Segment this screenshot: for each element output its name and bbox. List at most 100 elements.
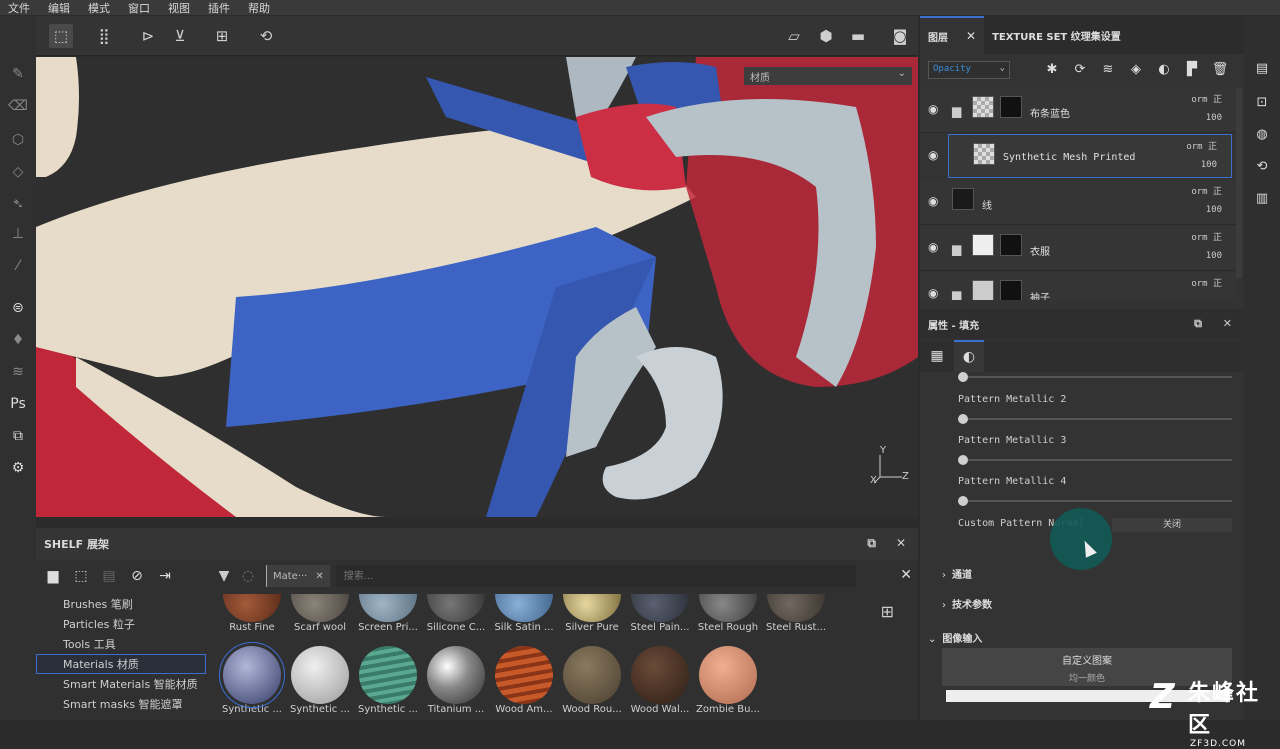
section-tech-params[interactable]: › 技术参数 — [942, 596, 992, 611]
selection-mode-icon[interactable]: ⬚ — [49, 24, 73, 48]
shader-settings-icon[interactable]: ◍ — [1252, 124, 1272, 144]
tab-layers[interactable]: 图层 ✕ — [920, 16, 985, 54]
texture-set-list-icon[interactable]: ▤ — [1252, 58, 1272, 78]
slider-knob[interactable] — [958, 414, 968, 424]
slider-track[interactable] — [958, 414, 1232, 424]
export-icon[interactable]: ⧉ — [6, 424, 30, 448]
polygon-fill-icon[interactable]: ◇ — [6, 160, 30, 184]
section-image-input[interactable]: ⌄ 图像输入 — [928, 630, 982, 645]
custom-pattern-normal-toggle[interactable]: 关闭 — [1112, 518, 1232, 532]
material-sphere-icon[interactable]: ◐ — [954, 340, 984, 372]
material-item[interactable]: Wood Wal... — [626, 646, 694, 715]
layer-blend-mode[interactable]: orm 正 — [1186, 139, 1217, 152]
material-item[interactable]: Silver Pure — [558, 594, 626, 633]
view-3d-icon[interactable]: ⬢ — [814, 24, 838, 48]
material-item[interactable]: Steel Rust... — [762, 594, 830, 633]
material-item[interactable]: Scarf wool — [286, 594, 354, 633]
add-layer-icon[interactable]: ≋ — [1094, 62, 1122, 77]
material-item-selected[interactable]: Synthetic ... — [218, 642, 286, 715]
shelf-category[interactable]: Smart masks 智能遮罩 — [36, 694, 206, 714]
slider-knob[interactable] — [958, 372, 968, 382]
add-generator-icon[interactable]: ⟳ — [1066, 62, 1094, 77]
menu-help[interactable]: 帮助 — [248, 0, 270, 16]
shelf-category[interactable]: Particles 粒子 — [36, 614, 206, 634]
material-item[interactable]: Titanium ... — [422, 646, 490, 715]
material-item[interactable]: Silk Satin ... — [490, 594, 558, 633]
filter-icon[interactable]: ▼ — [212, 568, 236, 584]
add-mask-icon[interactable]: ◐ — [1150, 62, 1178, 77]
menu-window[interactable]: 窗口 — [128, 0, 150, 16]
material-item[interactable]: Wood Am... — [490, 646, 558, 715]
slider-track[interactable] — [958, 496, 1232, 506]
history-icon[interactable]: ⟲ — [1252, 156, 1272, 176]
add-effect-icon[interactable]: ✱ — [1038, 62, 1066, 77]
float-panel-icon[interactable]: ⧉ — [867, 536, 876, 551]
add-icon[interactable]: ⊞ — [210, 24, 234, 48]
material-item[interactable]: Zombie Bu... — [694, 646, 762, 715]
display-settings-icon[interactable]: ⊡ — [1252, 92, 1272, 112]
layer-row[interactable]: ◉ 线 orm 正 100 — [920, 180, 1236, 225]
shelf-category-selected[interactable]: Materials 材质 — [36, 654, 206, 674]
layer-opacity[interactable]: 100 — [1201, 160, 1217, 170]
log-icon[interactable]: ▥ — [1252, 188, 1272, 208]
delete-icon[interactable]: 🗑 — [1206, 62, 1234, 77]
visibility-eye-icon[interactable]: ◉ — [928, 286, 938, 300]
tab-texture-set[interactable]: TEXTURE SET 纹理集设置 — [984, 16, 1129, 54]
paint-brush-icon[interactable]: ✎ — [6, 62, 30, 86]
layers-scrollbar[interactable] — [1236, 88, 1242, 278]
mirror-y-icon[interactable]: ⊻ — [168, 24, 192, 48]
eraser-icon[interactable]: ⌫ — [6, 94, 30, 118]
material-item[interactable]: Rust Fine — [218, 594, 286, 633]
bake-icon[interactable]: ⊜ — [6, 296, 30, 320]
photoshop-icon[interactable]: Ps — [6, 392, 30, 416]
layers-stack-icon[interactable]: ≋ — [6, 360, 30, 384]
material-item[interactable]: Wood Rou... — [558, 646, 626, 715]
material-item[interactable]: Screen Pri... — [354, 594, 422, 633]
folder-icon[interactable]: ▆ — [42, 566, 64, 586]
filter-tag[interactable]: Mate··· ✕ — [266, 565, 330, 587]
material-mode-dropdown[interactable]: 材质 ⌄ — [744, 67, 912, 85]
material-item[interactable]: Steel Pain... — [626, 594, 694, 633]
menu-plugins[interactable]: 插件 — [208, 0, 230, 16]
visibility-eye-icon[interactable]: ◉ — [928, 102, 938, 116]
projection-icon[interactable]: ⬡ — [6, 128, 30, 152]
visibility-eye-icon[interactable]: ◉ — [928, 148, 938, 162]
material-item[interactable]: Synthetic ... — [354, 646, 422, 715]
3d-viewport[interactable]: 材质 ⌄ Y X Z — [36, 57, 918, 517]
close-icon[interactable]: ✕ — [1223, 317, 1232, 330]
add-fill-layer-icon[interactable]: ◈ — [1122, 62, 1150, 77]
slider-knob[interactable] — [958, 455, 968, 465]
close-icon[interactable]: ✕ — [896, 536, 906, 550]
settings-icon[interactable]: ⚙ — [6, 456, 30, 480]
layer-row[interactable]: ◉ ▆ 衣服 orm 正 100 — [920, 226, 1236, 271]
hide-icon[interactable]: ⊘ — [126, 566, 148, 586]
bell-icon[interactable]: ♦ — [6, 328, 30, 352]
add-folder-icon[interactable]: ▛ — [1178, 62, 1206, 77]
visibility-eye-icon[interactable]: ◉ — [928, 194, 938, 208]
material-item[interactable]: Silicone C... — [422, 594, 490, 633]
screenshot-camera-icon[interactable]: ◙ — [888, 24, 912, 48]
grid-options-icon[interactable]: ⣿ — [92, 24, 116, 48]
reset-filter-icon[interactable]: ◌ — [236, 568, 260, 584]
clone-stamp-icon[interactable]: ⊥ — [6, 222, 30, 246]
layer-blend-mode[interactable]: orm 正 — [1191, 230, 1222, 243]
color-picker-icon[interactable]: ⁄ — [6, 254, 30, 278]
history-icon[interactable]: ⟲ — [254, 24, 278, 48]
layer-opacity[interactable]: 100 — [1206, 205, 1222, 215]
database-icon[interactable]: ▤ — [98, 566, 120, 586]
layer-opacity[interactable]: 100 — [1206, 251, 1222, 261]
slider-track[interactable] — [958, 455, 1232, 465]
layer-blend-mode[interactable]: orm 正 — [1191, 92, 1222, 105]
layer-row[interactable]: ◉ ▆ 袖子 orm 正 — [920, 272, 1236, 300]
camera-video-icon[interactable]: ▬ — [846, 24, 870, 48]
section-channels[interactable]: › 通道 — [942, 566, 972, 581]
slider-knob[interactable] — [958, 496, 968, 506]
layer-blend-mode[interactable]: orm 正 — [1191, 276, 1222, 289]
menu-view[interactable]: 视图 — [168, 0, 190, 16]
layer-row[interactable]: ◉ ▆ 布条蓝色 orm 正 100 — [920, 88, 1236, 133]
layer-row-selected[interactable]: Synthetic Mesh Printed orm 正 100 — [948, 134, 1232, 178]
material-item[interactable]: Synthetic ... — [286, 646, 354, 715]
search-input[interactable] — [335, 565, 856, 587]
material-settings-icon[interactable]: ▦ — [922, 340, 952, 372]
layer-blend-mode[interactable]: orm 正 — [1191, 184, 1222, 197]
